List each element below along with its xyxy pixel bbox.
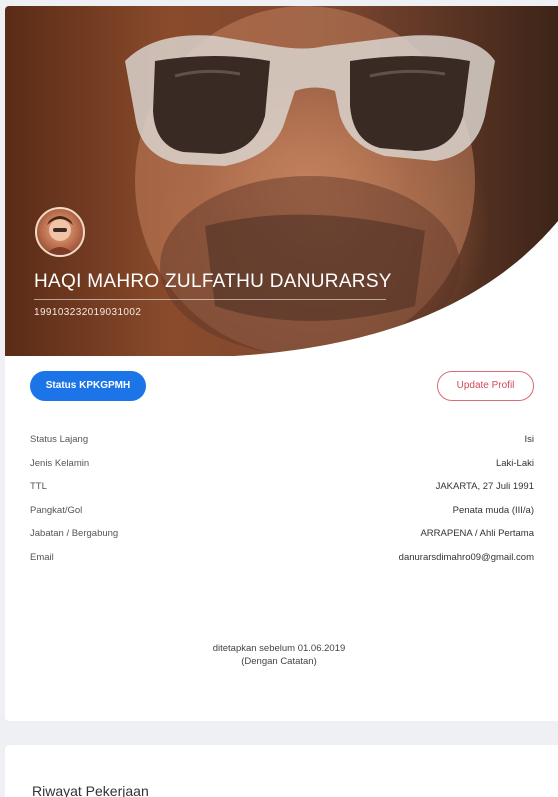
profile-card: HAQI MAHRO ZULFATHU DANURARSY 1991032320… [5, 6, 558, 721]
detail-row: Pangkat/Gol Penata muda (III/a) [30, 499, 534, 523]
detail-row: Jenis Kelamin Laki-Laki [30, 452, 534, 476]
update-profile-button[interactable]: Update Profil [437, 371, 534, 401]
profile-name: HAQI MAHRO ZULFATHU DANURARSY [34, 271, 392, 292]
detail-label: Status Lajang [30, 434, 89, 446]
profile-hero: HAQI MAHRO ZULFATHU DANURARSY 1991032320… [5, 6, 558, 356]
hero-curve [235, 221, 558, 356]
profile-details: Status Lajang Isi Jenis Kelamin Laki-Lak… [30, 428, 534, 569]
detail-value: Isi [524, 434, 535, 446]
work-history-section: Riwayat Pekerjaan [5, 745, 558, 797]
name-divider [34, 299, 386, 300]
note-line-2: (Dengan Catatan) [241, 656, 317, 667]
status-button[interactable]: Status KPKGPMH [30, 371, 146, 401]
detail-value: danurarsdimahro09@gmail.com [398, 551, 534, 563]
detail-value: Penata muda (III/a) [452, 504, 534, 516]
detail-value: JAKARTA, 27 Juli 1991 [435, 481, 534, 493]
detail-row: Jabatan / Bergabung ARRAPENA / Ahli Pert… [30, 522, 534, 546]
detail-row: Status Lajang Isi [30, 428, 534, 452]
detail-value: ARRAPENA / Ahli Pertama [420, 528, 534, 540]
detail-label: Email [30, 551, 54, 563]
note-line-1: ditetapkan sebelum 01.06.2019 [212, 643, 346, 654]
detail-label: Jabatan / Bergabung [30, 528, 119, 540]
detail-label: Jenis Kelamin [30, 457, 90, 469]
detail-row: Email danurarsdimahro09@gmail.com [30, 546, 534, 570]
profile-id-number: 199103232019031002 [34, 307, 142, 318]
note-text: ditetapkan sebelum 01.06.2019 (Dengan Ca… [5, 642, 558, 668]
avatar [35, 207, 85, 257]
work-history-title: Riwayat Pekerjaan [32, 783, 149, 797]
detail-label: TTL [30, 481, 47, 493]
detail-value: Laki-Laki [495, 457, 534, 469]
detail-row: TTL JAKARTA, 27 Juli 1991 [30, 475, 534, 499]
detail-label: Pangkat/Gol [30, 504, 83, 516]
